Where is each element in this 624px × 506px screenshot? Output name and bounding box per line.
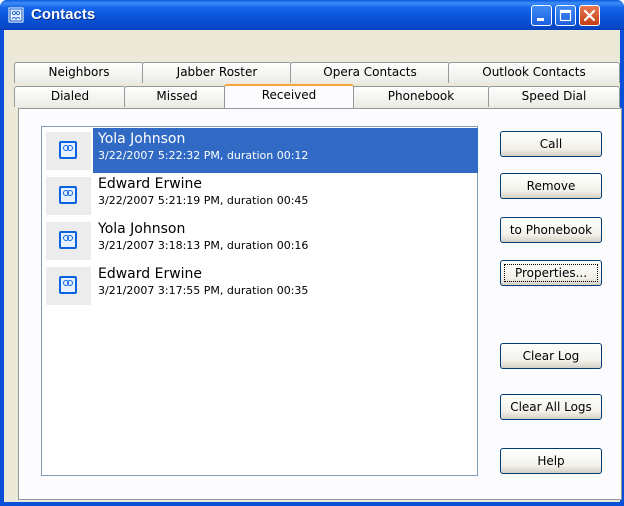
properties-button[interactable]: Properties... — [500, 260, 602, 286]
call-log-item[interactable]: Edward Erwine 3/22/2007 5:21:19 PM, dura… — [43, 173, 478, 218]
tab-jabber-roster[interactable]: Jabber Roster — [142, 62, 292, 83]
contact-name: Edward Erwine — [98, 266, 203, 282]
contact-card-icon — [46, 132, 91, 170]
contact-card-icon — [46, 177, 91, 215]
tab-received[interactable]: Received — [224, 84, 354, 108]
to-phonebook-button[interactable]: to Phonebook — [500, 217, 602, 243]
maximize-button[interactable] — [555, 5, 576, 26]
contacts-window: Contacts Neighbors Jabber Roster Opera C… — [0, 0, 624, 506]
help-button[interactable]: Help — [500, 448, 602, 474]
minimize-button[interactable] — [531, 5, 552, 26]
call-detail: 3/22/2007 5:22:32 PM, duration 00:12 — [98, 149, 309, 162]
tab-neighbors[interactable]: Neighbors — [14, 62, 144, 83]
contacts-app-icon — [8, 7, 24, 23]
call-log-item[interactable]: Yola Johnson 3/22/2007 5:22:32 PM, durat… — [43, 128, 478, 173]
window-title: Contacts — [31, 6, 96, 23]
maximize-icon — [559, 9, 572, 22]
contact-card-icon — [46, 267, 91, 305]
call-log-item[interactable]: Edward Erwine 3/21/2007 3:17:55 PM, dura… — [43, 263, 478, 308]
remove-button[interactable]: Remove — [500, 173, 602, 199]
call-button[interactable]: Call — [500, 131, 602, 157]
call-detail: 3/22/2007 5:21:19 PM, duration 00:45 — [98, 194, 309, 207]
tab-outlook-contacts[interactable]: Outlook Contacts — [448, 62, 620, 83]
call-log-item[interactable]: Yola Johnson 3/21/2007 3:18:13 PM, durat… — [43, 218, 478, 263]
clear-all-logs-button[interactable]: Clear All Logs — [500, 394, 602, 420]
minimize-icon — [537, 18, 544, 21]
tab-phonebook[interactable]: Phonebook — [352, 86, 490, 107]
call-log-list[interactable]: Yola Johnson 3/22/2007 5:22:32 PM, durat… — [41, 126, 478, 476]
close-button[interactable] — [579, 5, 600, 26]
close-icon — [583, 9, 596, 22]
tab-missed[interactable]: Missed — [124, 86, 230, 107]
call-detail: 3/21/2007 3:17:55 PM, duration 00:35 — [98, 284, 309, 297]
contact-name: Yola Johnson — [98, 131, 186, 147]
tab-speed-dial[interactable]: Speed Dial — [488, 86, 620, 107]
tab-opera-contacts[interactable]: Opera Contacts — [290, 62, 450, 83]
contact-name: Yola Johnson — [98, 221, 186, 237]
contact-card-icon — [46, 222, 91, 260]
tab-dialed[interactable]: Dialed — [14, 86, 126, 107]
call-detail: 3/21/2007 3:18:13 PM, duration 00:16 — [98, 239, 309, 252]
title-bar[interactable]: Contacts — [0, 0, 624, 30]
clear-log-button[interactable]: Clear Log — [500, 343, 602, 369]
contact-name: Edward Erwine — [98, 176, 203, 192]
